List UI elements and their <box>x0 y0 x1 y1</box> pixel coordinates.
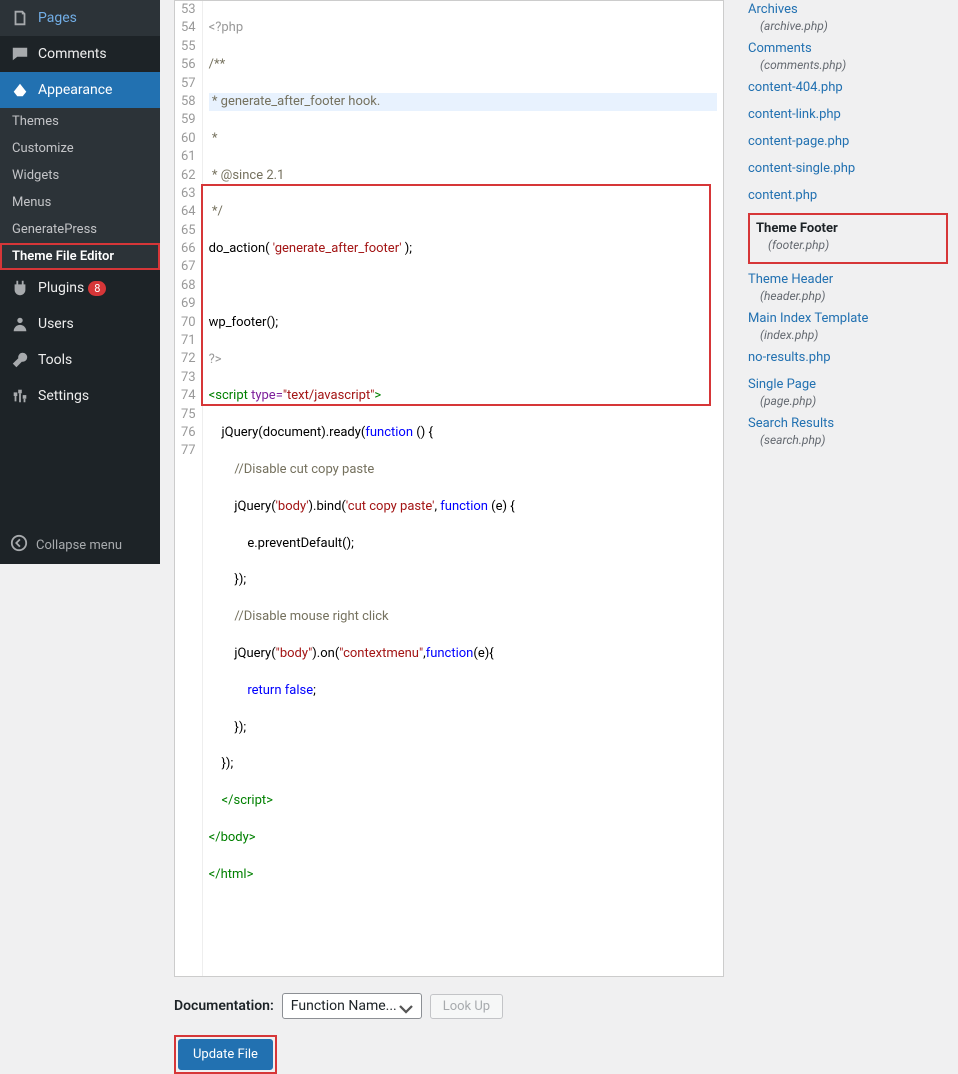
file-comments[interactable]: Comments (comments.php) <box>748 39 948 72</box>
file-content-php[interactable]: content.php <box>748 186 948 205</box>
update-file-highlight: Update File <box>174 1035 277 1074</box>
documentation-label: Documentation: <box>174 998 274 1014</box>
file-search-results[interactable]: Search Results (search.php) <box>748 414 948 447</box>
sidebar-label: Appearance <box>38 82 112 98</box>
appearance-icon <box>10 80 30 100</box>
submenu-menus[interactable]: Menus <box>0 189 160 216</box>
documentation-row: Documentation: Function Name... Look Up <box>174 993 724 1019</box>
collapse-icon <box>10 534 28 556</box>
submenu-themes[interactable]: Themes <box>0 108 160 135</box>
code-content[interactable]: <?php /** * generate_after_footer hook. … <box>203 1 723 976</box>
admin-sidebar: Pages Comments Appearance Themes Customi… <box>0 0 160 564</box>
code-editor[interactable]: 5354555657585960616263646566676869707172… <box>174 0 724 977</box>
theme-files-list: Archives (archive.php) Comments (comment… <box>738 0 958 564</box>
update-file-button[interactable]: Update File <box>178 1039 273 1070</box>
sidebar-item-pages[interactable]: Pages <box>0 0 160 36</box>
sidebar-label: Settings <box>38 388 89 404</box>
sidebar-item-comments[interactable]: Comments <box>0 36 160 72</box>
submenu-generatepress[interactable]: GeneratePress <box>0 216 160 243</box>
submenu-theme-file-editor[interactable]: Theme File Editor <box>0 243 160 270</box>
file-theme-header[interactable]: Theme Header (header.php) <box>748 270 948 303</box>
file-main-index[interactable]: Main Index Template (index.php) <box>748 309 948 342</box>
sidebar-item-tools[interactable]: Tools <box>0 342 160 378</box>
sidebar-label: Comments <box>38 46 107 62</box>
appearance-submenu: Themes Customize Widgets Menus GenerateP… <box>0 108 160 270</box>
collapse-menu-button[interactable]: Collapse menu <box>0 526 160 564</box>
sidebar-label: Pages <box>38 10 77 26</box>
sidebar-item-users[interactable]: Users <box>0 306 160 342</box>
submenu-customize[interactable]: Customize <box>0 135 160 162</box>
file-content-single[interactable]: content-single.php <box>748 159 948 178</box>
tools-icon <box>10 350 30 370</box>
file-no-results[interactable]: no-results.php <box>748 348 948 367</box>
file-theme-footer[interactable]: Theme Footer (footer.php) <box>748 213 948 264</box>
settings-icon <box>10 386 30 406</box>
collapse-label: Collapse menu <box>36 538 122 553</box>
file-single-page[interactable]: Single Page (page.php) <box>748 375 948 408</box>
editor-controls: Documentation: Function Name... Look Up … <box>174 993 724 1074</box>
submenu-widgets[interactable]: Widgets <box>0 162 160 189</box>
main-content: 5354555657585960616263646566676869707172… <box>160 0 958 564</box>
sidebar-item-appearance[interactable]: Appearance <box>0 72 160 108</box>
lookup-button[interactable]: Look Up <box>430 994 503 1019</box>
sidebar-label: Tools <box>38 352 72 368</box>
line-gutter: 5354555657585960616263646566676869707172… <box>175 1 203 976</box>
sidebar-item-plugins[interactable]: Plugins 8 <box>0 270 160 306</box>
users-icon <box>10 314 30 334</box>
sidebar-item-settings[interactable]: Settings <box>0 378 160 414</box>
chevron-down-icon <box>397 1000 415 1022</box>
sidebar-label: Users <box>38 316 74 332</box>
file-archives[interactable]: Archives (archive.php) <box>748 0 948 33</box>
editor-area: 5354555657585960616263646566676869707172… <box>160 0 738 564</box>
file-content-page[interactable]: content-page.php <box>748 132 948 151</box>
file-content-404[interactable]: content-404.php <box>748 78 948 97</box>
function-name-select[interactable]: Function Name... <box>282 993 422 1019</box>
sidebar-label: Plugins <box>38 280 84 296</box>
plugins-icon <box>10 278 30 298</box>
file-content-link[interactable]: content-link.php <box>748 105 948 124</box>
pages-icon <box>10 8 30 28</box>
plugins-badge: 8 <box>88 281 106 296</box>
comments-icon <box>10 44 30 64</box>
